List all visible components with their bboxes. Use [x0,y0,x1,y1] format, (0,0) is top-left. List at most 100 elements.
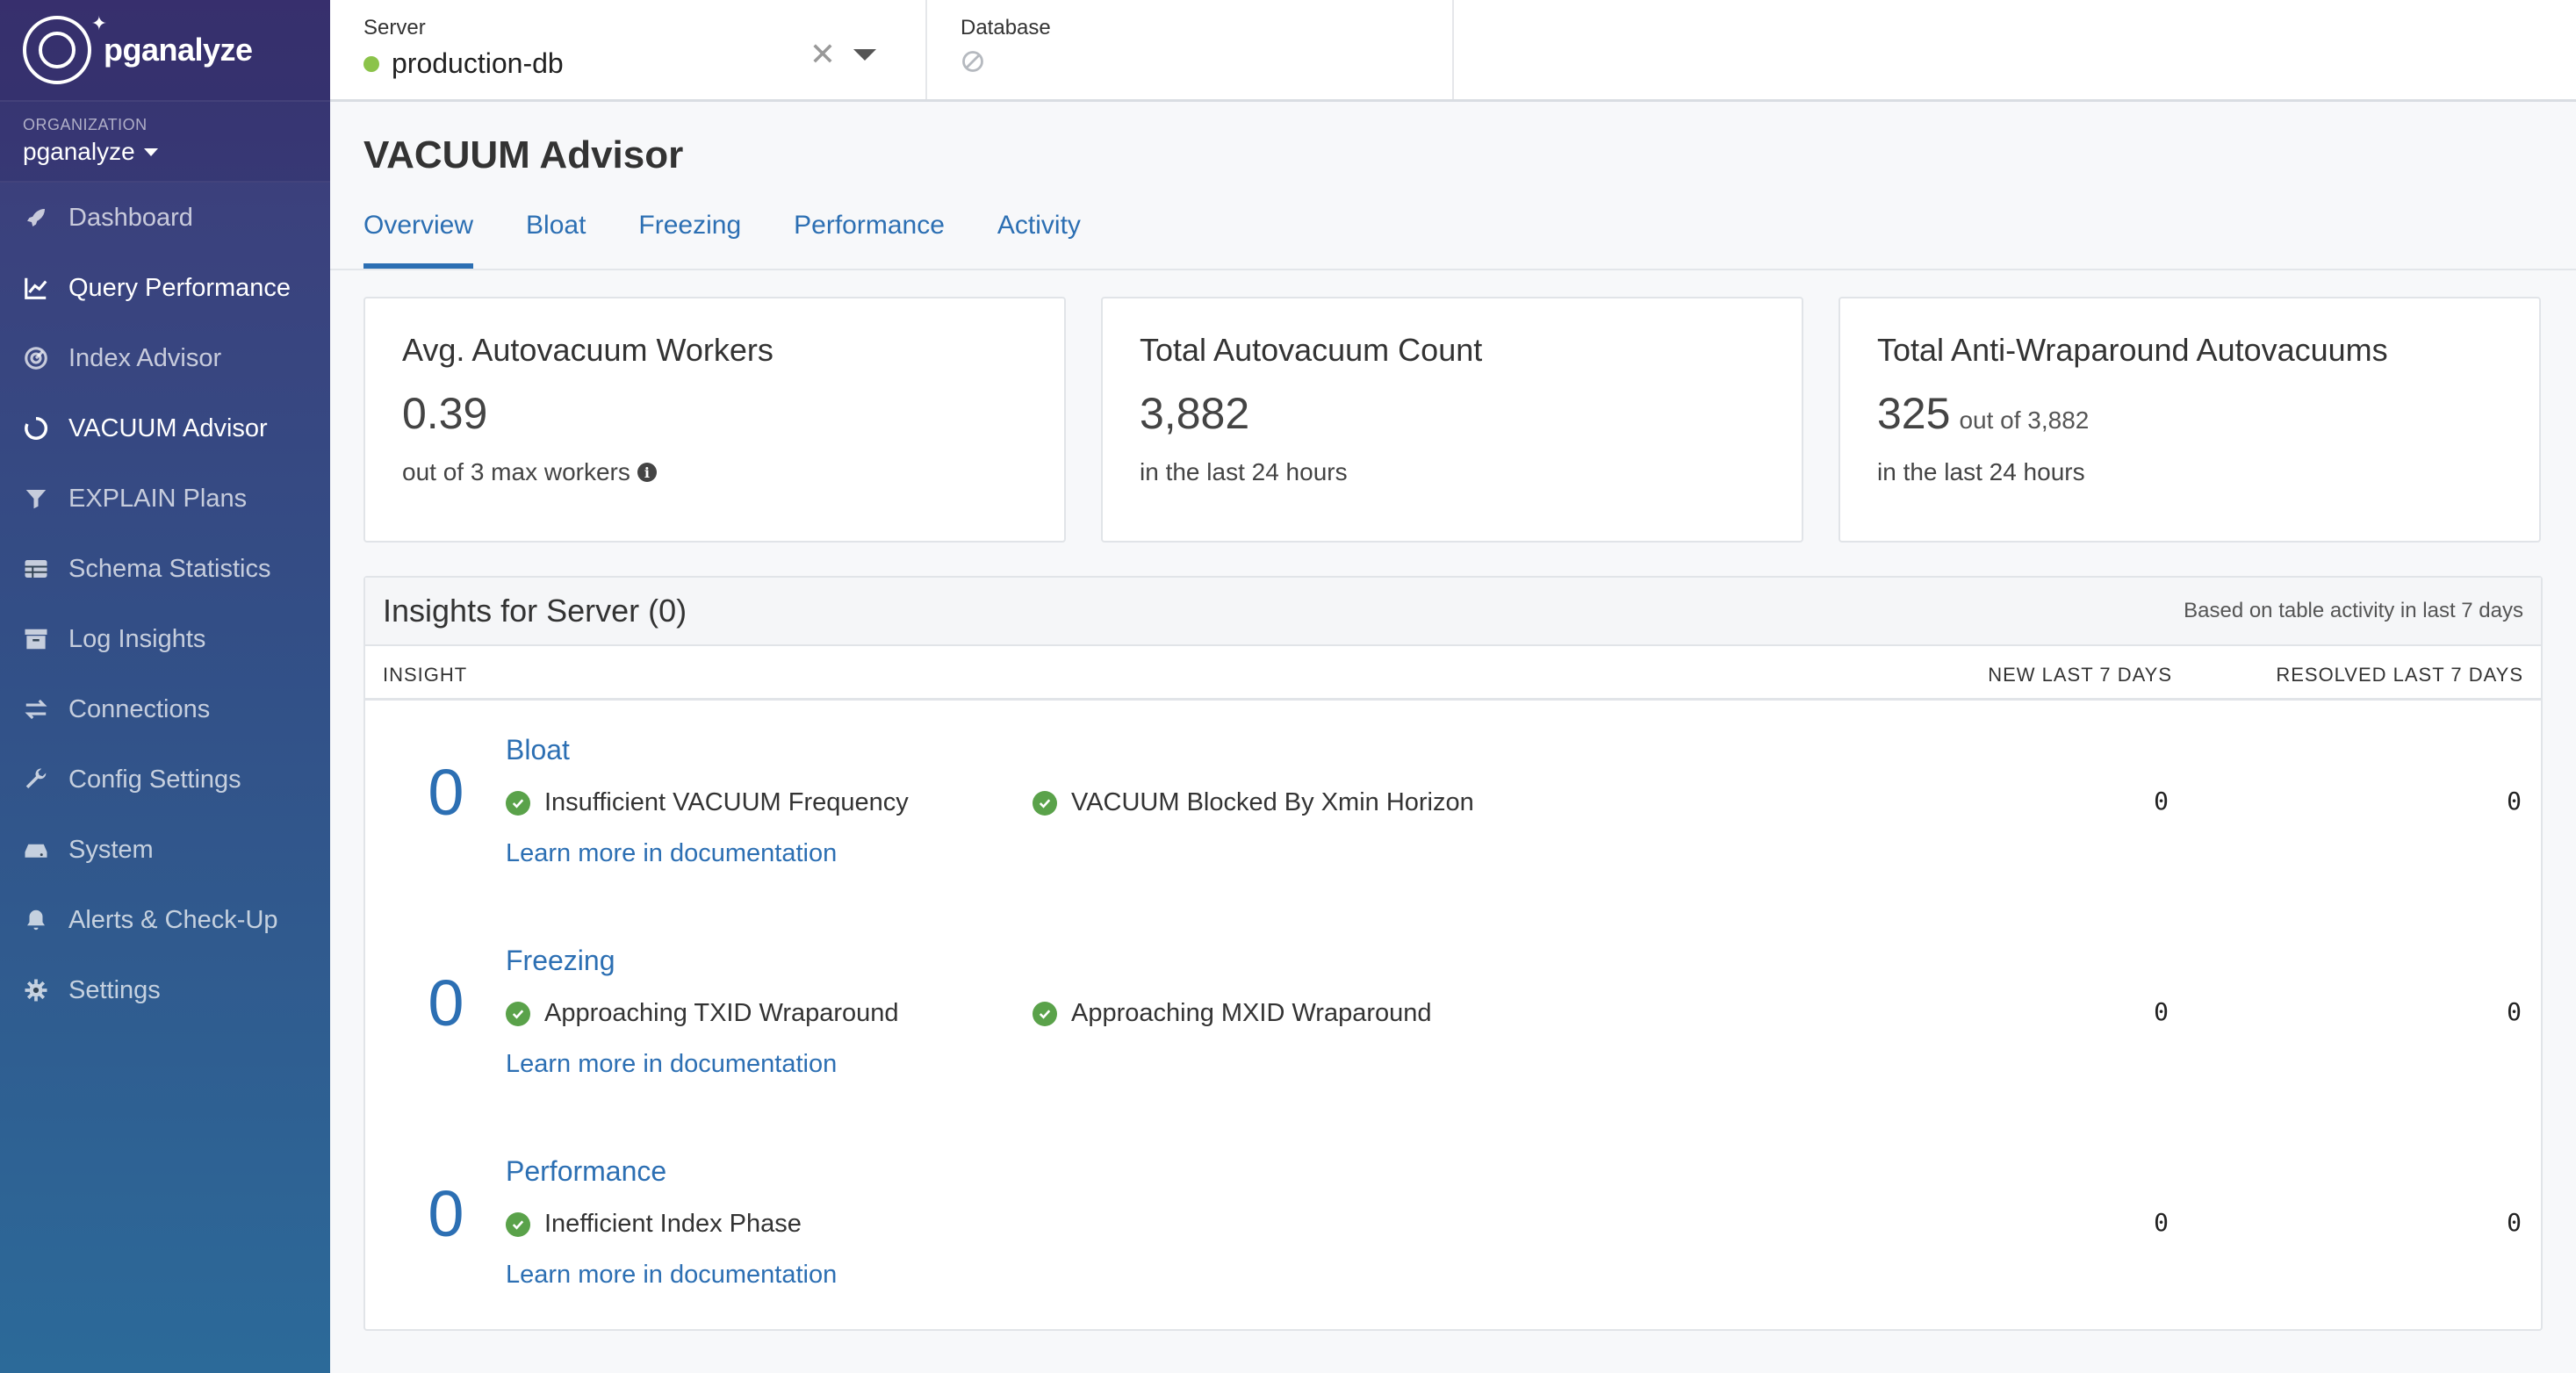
insight-group-link[interactable]: Performance [506,1155,666,1188]
card-avg-autovacuum-workers: Avg. Autovacuum Workers 0.39 out of 3 ma… [363,297,1066,543]
sidebar-item-vacuum-advisor[interactable]: VACUUM Advisor [0,393,330,464]
organization-name: pganalyze [23,138,135,165]
main-content: VACUUM Advisor Overview Bloat Freezing P… [330,102,2576,1373]
sidebar-item-index-advisor[interactable]: Index Advisor [0,323,330,393]
server-name: production-db [392,47,564,79]
insight-count: 0 [428,1177,464,1250]
tab-activity[interactable]: Activity [997,211,1081,269]
sidebar-item-label: Alerts & Check-Up [68,905,278,934]
gauge-icon [23,345,49,371]
sidebar-item-label: VACUUM Advisor [68,413,268,442]
sidebar-nav: Dashboard Query Performance Index Adviso… [0,183,330,1025]
card-total-autovacuum-count: Total Autovacuum Count 3,882 in the last… [1101,297,1803,543]
database-selector[interactable]: Database [927,0,1454,99]
insight-check-label: Approaching TXID Wraparound [544,999,899,1027]
sidebar-item-log-insights[interactable]: Log Insights [0,604,330,674]
organization-label: ORGANIZATION [23,116,148,133]
insight-group-link[interactable]: Freezing [506,945,615,977]
card-subtitle: in the last 24 hours [1140,458,1348,485]
documentation-link[interactable]: Learn more in documentation [506,1261,837,1290]
sidebar-item-connections[interactable]: Connections [0,674,330,744]
sidebar-item-system[interactable]: System [0,815,330,885]
app-name: pganalyze [104,32,253,68]
server-status-dot [363,55,379,72]
insights-note: Based on table activity in last 7 days [2184,599,2523,622]
resolved-count: 0 [2507,997,2522,1026]
column-headers: INSIGHT NEW LAST 7 DAYS RESOLVED LAST 7 … [365,646,2541,701]
sidebar-item-config-settings[interactable]: Config Settings [0,744,330,815]
documentation-link[interactable]: Learn more in documentation [506,839,837,868]
check-circle-icon [506,1001,530,1026]
sidebar-item-label: Index Advisor [68,343,222,372]
page-title: VACUUM Advisor [363,133,684,176]
column-resolved: RESOLVED LAST 7 DAYS [2276,664,2523,686]
exchange-icon [23,696,49,722]
check-circle-icon [506,790,530,816]
sidebar-item-label: Settings [68,975,161,1004]
insight-check-label: Approaching MXID Wraparound [1071,999,1432,1027]
top-bar: Server production-db ✕ Database [330,0,2576,102]
database-label: Database [961,16,1051,40]
insight-count: 0 [428,756,464,829]
sidebar-item-label: Config Settings [68,765,241,794]
resolved-count: 0 [2507,787,2522,816]
server-selector[interactable]: Server production-db ✕ [330,0,927,99]
tab-overview[interactable]: Overview [363,211,474,269]
logo[interactable]: ✦ pganalyze [0,0,330,102]
column-new: NEW LAST 7 DAYS [1988,664,2172,686]
insight-count: 0 [428,967,464,1039]
sidebar-item-label: System [68,835,154,864]
insight-check: Approaching MXID Wraparound [1033,999,1559,1028]
gear-icon [23,977,49,1003]
sidebar-item-label: Query Performance [68,273,291,302]
check-circle-icon [506,1211,530,1237]
info-icon[interactable]: i [637,463,657,482]
insights-title: Insights for Server (0) [383,593,687,629]
archive-icon [23,626,49,652]
caret-down-icon [143,147,158,156]
insight-group-link[interactable]: Bloat [506,734,570,766]
insight-group-freezing: 0 Freezing Approaching TXID Wraparound A… [365,911,2541,1122]
hdd-icon [23,837,49,863]
tab-bar: Overview Bloat Freezing Performance Acti… [363,211,2576,269]
sidebar-item-explain-plans[interactable]: EXPLAIN Plans [0,464,330,534]
sidebar-item-label: Connections [68,694,211,723]
wrench-icon [23,766,49,793]
insight-check: Insufficient VACUUM Frequency [506,788,1033,817]
new-count: 0 [2154,1208,2169,1237]
tab-performance[interactable]: Performance [794,211,945,269]
rocket-icon [23,205,49,231]
clear-icon[interactable]: ✕ [809,39,836,70]
insight-group-bloat: 0 Bloat Insufficient VACUUM Frequency VA… [365,701,2541,911]
sidebar-item-label: Dashboard [68,203,193,232]
card-value: 3,882 [1140,389,1250,438]
new-count: 0 [2154,787,2169,816]
ban-icon [962,51,983,72]
resolved-count: 0 [2507,1208,2522,1237]
card-total-anti-wraparound: Total Anti-Wraparound Autovacuums 325 ou… [1838,297,2541,543]
insight-check: Inefficient Index Phase [506,1210,1033,1239]
organization-switcher[interactable]: ORGANIZATION pganalyze [0,102,330,183]
documentation-link[interactable]: Learn more in documentation [506,1050,837,1079]
chevron-down-icon[interactable] [853,48,876,61]
sidebar-item-dashboard[interactable]: Dashboard [0,183,330,253]
card-value-suffix: out of 3,882 [1959,406,2090,434]
card-subtitle: out of 3 max workers [402,458,630,485]
sidebar-item-alerts[interactable]: Alerts & Check-Up [0,885,330,955]
sidebar-item-settings[interactable]: Settings [0,955,330,1025]
bell-icon [23,907,49,933]
table-icon [23,556,49,582]
sidebar-item-schema-statistics[interactable]: Schema Statistics [0,534,330,604]
check-circle-icon [1033,790,1057,816]
card-value: 325 [1877,389,1951,438]
tab-bloat[interactable]: Bloat [526,211,586,269]
filter-icon [23,485,49,512]
sidebar: ✦ pganalyze ORGANIZATION pganalyze Dashb… [0,0,330,1373]
card-title: Avg. Autovacuum Workers [402,332,774,368]
line-chart-icon [23,275,49,301]
tab-freezing[interactable]: Freezing [638,211,741,269]
insight-check-label: VACUUM Blocked By Xmin Horizon [1071,788,1474,816]
sidebar-item-query-performance[interactable]: Query Performance [0,253,330,323]
card-value: 0.39 [402,389,488,438]
circle-notch-icon [23,415,49,442]
